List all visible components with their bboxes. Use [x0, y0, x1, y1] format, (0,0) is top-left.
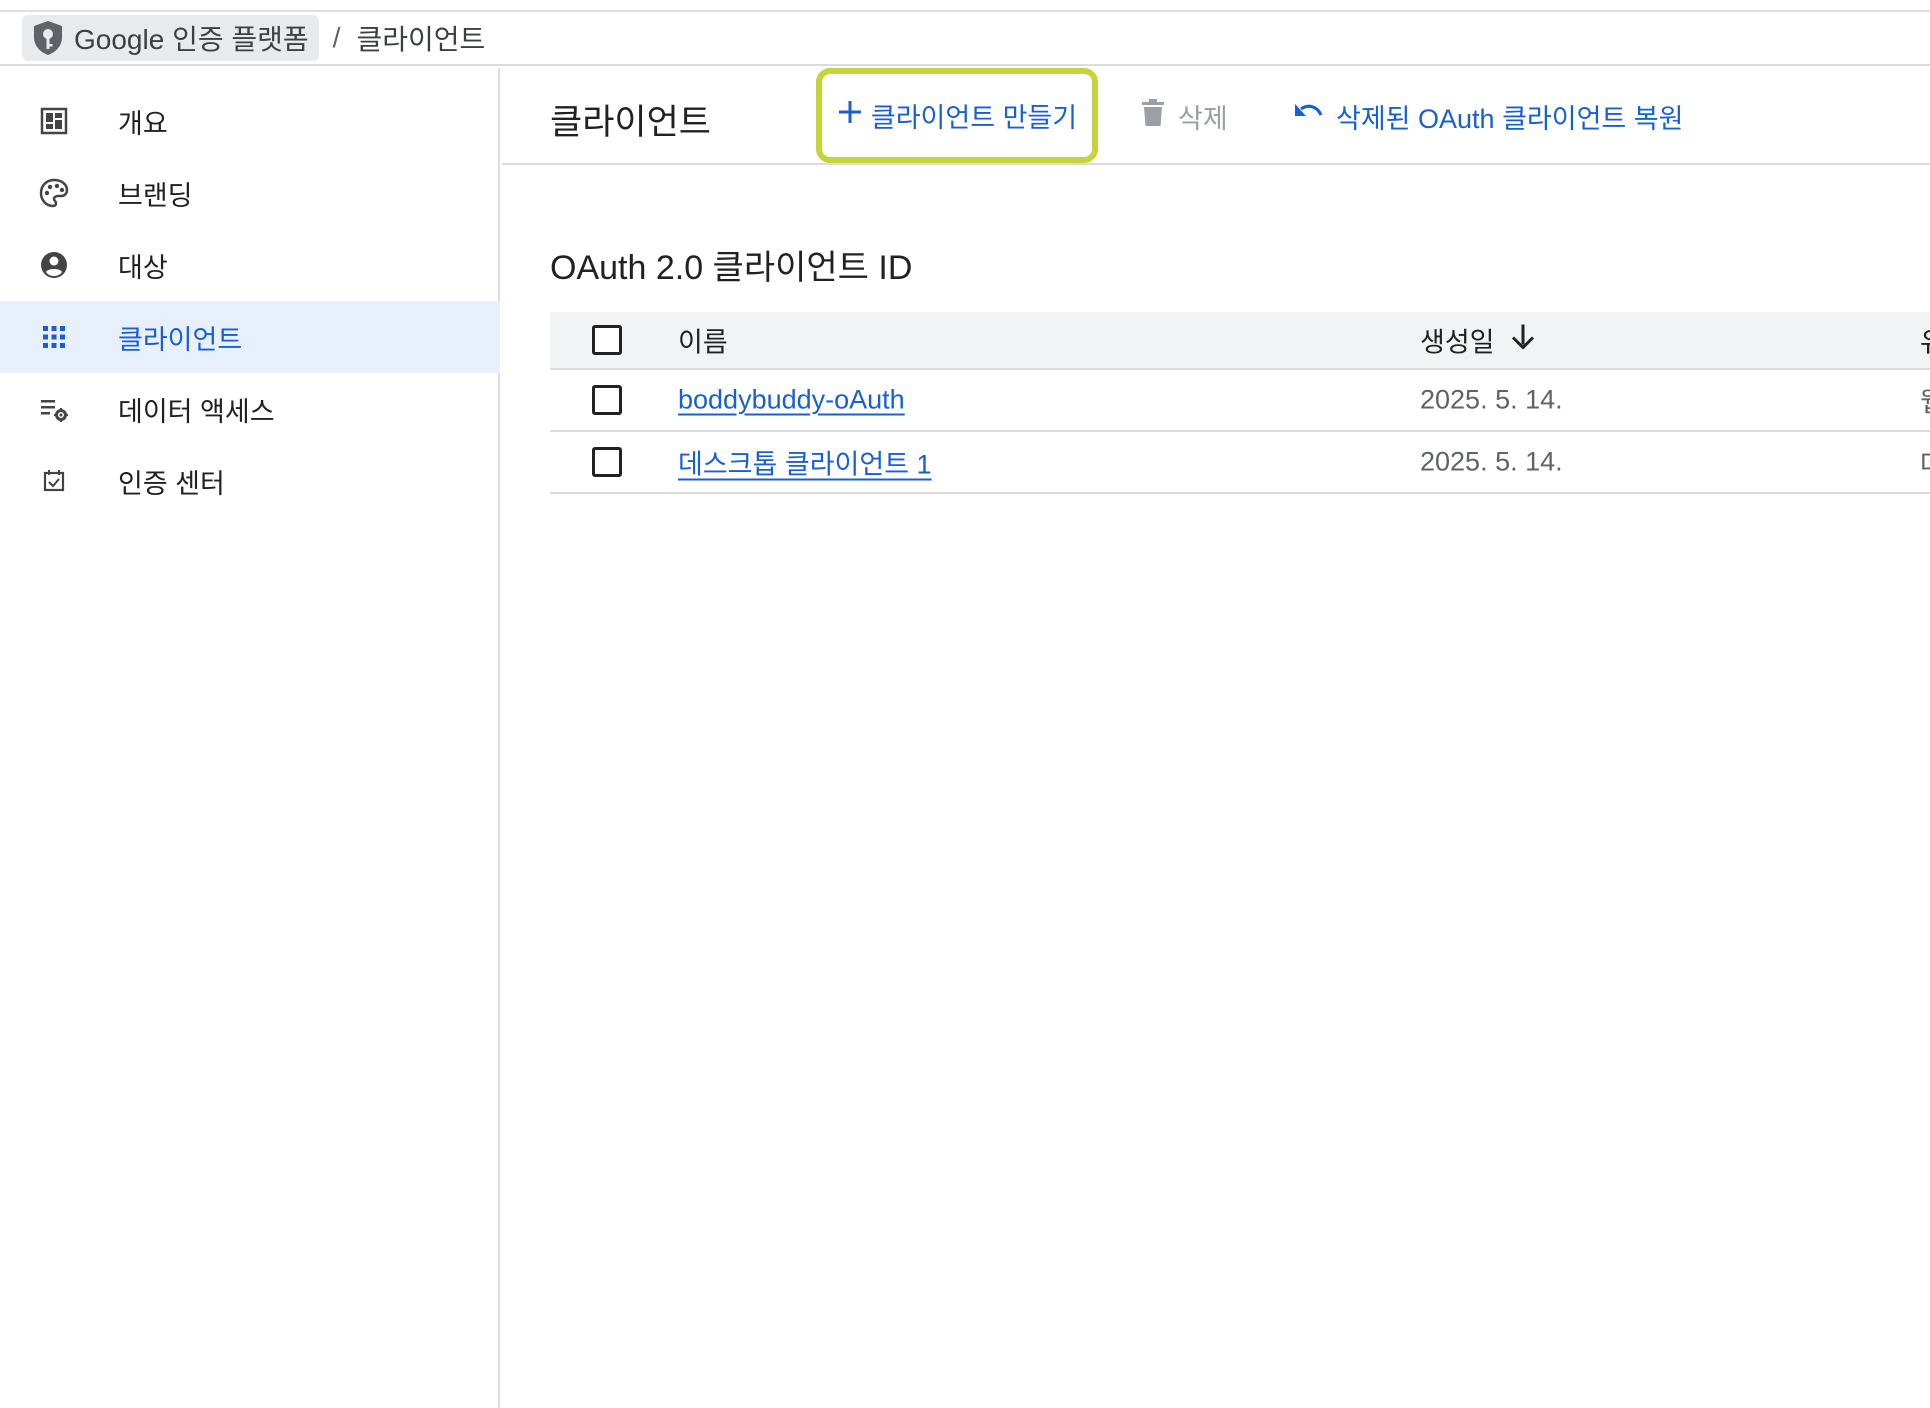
column-header-name[interactable]: 이름	[678, 321, 728, 360]
sidebar-item-label: 브랜딩	[118, 180, 193, 211]
select-all-checkbox[interactable]	[592, 325, 622, 355]
column-header-created[interactable]: 생성일	[1420, 321, 1535, 360]
sidebar-item-clients[interactable]: 클라이언트	[0, 301, 500, 373]
table-row: 데스크톱 클라이언트 1 2025. 5. 14. 데	[550, 432, 1930, 494]
client-name-cell: boddybuddy-oAuth	[678, 385, 905, 416]
sort-arrow-down-icon	[1511, 323, 1535, 358]
sidebar-item-label: 인증 센터	[118, 468, 225, 499]
restore-deleted-clients-button[interactable]: 삭제된 OAuth 클라이언트 복원	[1292, 94, 1683, 138]
create-client-label: 클라이언트 만들기	[870, 103, 1078, 133]
shield-key-icon	[32, 20, 64, 56]
dashboard-icon	[38, 105, 70, 137]
palette-icon	[38, 177, 70, 209]
product-chip[interactable]: Google 인증 플랫폼	[22, 15, 319, 61]
main-content: 클라이언트 클라이언트 만들기 삭제 삭제된 OAuth 클라이언트 복원 OA…	[502, 68, 1930, 1408]
toolbar: 클라이언트 클라이언트 만들기 삭제 삭제된 OAuth 클라이언트 복원	[502, 68, 1930, 165]
sidebar: 개요 브랜딩 대상 클라이언트 데이터 액세스 인증 센터	[0, 68, 500, 1408]
checkbox-icon	[38, 465, 70, 497]
sidebar-item-data-access[interactable]: 데이터 액세스	[0, 373, 500, 445]
sidebar-item-label: 클라이언트	[118, 324, 243, 355]
row-checkbox[interactable]	[592, 447, 622, 477]
breadcrumb-separator: /	[332, 22, 341, 53]
table-row: boddybuddy-oAuth 2025. 5. 14. 웹	[550, 370, 1930, 432]
column-header-created-label: 생성일	[1420, 327, 1495, 358]
type-cell: 웹	[1920, 381, 1930, 420]
sidebar-item-overview[interactable]: 개요	[0, 85, 500, 157]
sidebar-item-verification-center[interactable]: 인증 센터	[0, 445, 500, 517]
breadcrumb: Google 인증 플랫폼 / 클라이언트	[0, 12, 1930, 66]
created-date-cell: 2025. 5. 14.	[1420, 446, 1563, 477]
section-title: OAuth 2.0 클라이언트 ID	[550, 249, 913, 287]
row-checkbox[interactable]	[592, 385, 622, 415]
account-circle-icon	[38, 249, 70, 281]
sidebar-item-branding[interactable]: 브랜딩	[0, 157, 500, 229]
sidebar-item-label: 대상	[118, 252, 168, 283]
sidebar-item-audience[interactable]: 대상	[0, 229, 500, 301]
table-header: 이름 생성일 유	[550, 312, 1930, 370]
product-name: Google 인증 플랫폼	[74, 24, 309, 55]
create-client-button[interactable]: 클라이언트 만들기	[816, 68, 1098, 163]
type-cell: 데	[1920, 443, 1930, 482]
trash-icon	[1140, 98, 1166, 135]
client-name-link[interactable]: boddybuddy-oAuth	[678, 385, 905, 415]
column-header-type[interactable]: 유	[1920, 321, 1930, 360]
sidebar-item-label: 데이터 액세스	[118, 396, 275, 427]
undo-icon	[1292, 101, 1324, 132]
list-settings-icon	[38, 393, 70, 425]
delete-label: 삭제	[1178, 103, 1228, 134]
delete-button[interactable]: 삭제	[1140, 94, 1228, 138]
client-name-link[interactable]: 데스크톱 클라이언트 1	[678, 450, 932, 480]
client-name-cell: 데스크톱 클라이언트 1	[678, 443, 932, 482]
page-title: 클라이언트	[550, 103, 712, 142]
plus-icon	[837, 99, 863, 132]
clients-table: 이름 생성일 유 boddybuddy-oAuth 2025. 5. 14. 웹	[550, 312, 1930, 494]
sidebar-item-label: 개요	[118, 108, 168, 139]
apps-grid-icon	[38, 321, 70, 353]
restore-label: 삭제된 OAuth 클라이언트 복원	[1336, 103, 1684, 134]
breadcrumb-current: 클라이언트	[356, 24, 486, 55]
created-date-cell: 2025. 5. 14.	[1420, 384, 1563, 415]
